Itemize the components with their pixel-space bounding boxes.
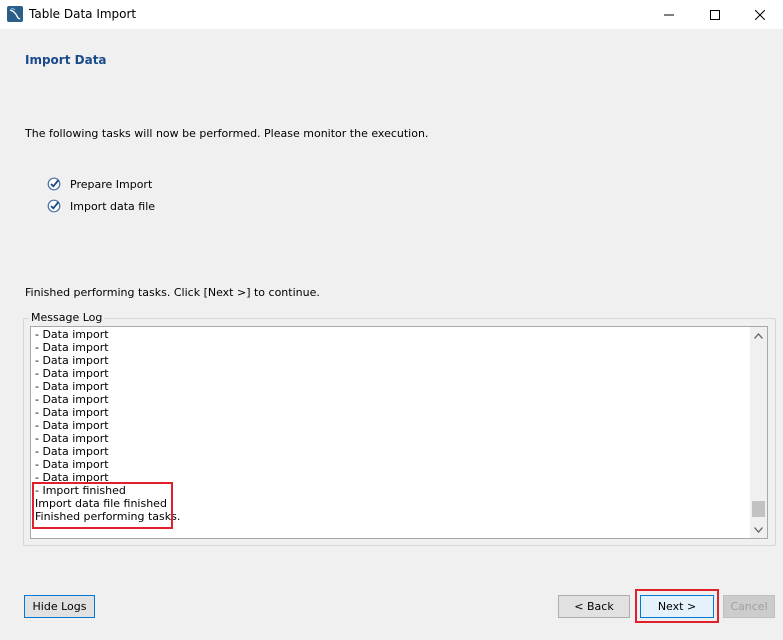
minimize-icon: [664, 14, 674, 15]
log-highlight-annotation: [32, 482, 173, 529]
task-item: Prepare Import: [47, 176, 152, 192]
log-line: - Data import: [35, 406, 109, 419]
log-scrollbar[interactable]: [750, 327, 767, 538]
log-line: - Data import: [35, 432, 109, 445]
maximize-button[interactable]: [692, 0, 738, 29]
log-line: - Data import: [35, 380, 109, 393]
title-bar: Table Data Import: [0, 0, 783, 29]
log-line: - Data import: [35, 458, 109, 471]
hide-logs-button[interactable]: Hide Logs: [24, 595, 95, 618]
scroll-thumb[interactable]: [752, 501, 765, 517]
log-line: - Data import: [35, 419, 109, 432]
check-circle-icon: [47, 177, 61, 191]
log-line: - Data import: [35, 341, 109, 354]
finished-message: Finished performing tasks. Click [Next >…: [25, 286, 320, 299]
chevron-up-icon: [754, 332, 763, 339]
scroll-down-button[interactable]: [750, 521, 767, 538]
message-log-label: Message Log: [29, 311, 105, 324]
minimize-button[interactable]: [646, 0, 692, 29]
next-highlight-annotation: [635, 589, 719, 623]
back-button[interactable]: < Back: [558, 595, 630, 618]
task-label: Prepare Import: [70, 177, 153, 191]
log-line: - Data import: [35, 445, 109, 458]
close-icon: [755, 9, 765, 20]
chevron-down-icon: [754, 526, 763, 533]
log-line: - Data import: [35, 354, 109, 367]
log-line: - Data import: [35, 393, 109, 406]
log-line: - Data import: [35, 328, 109, 341]
check-circle-icon: [47, 199, 61, 213]
task-item: Import data file: [47, 198, 155, 214]
log-line: - Data import: [35, 367, 109, 380]
wizard-content: Import Data The following tasks will now…: [0, 29, 783, 640]
task-label: Import data file: [70, 199, 156, 213]
close-button[interactable]: [737, 0, 783, 29]
intro-text: The following tasks will now be performe…: [25, 127, 429, 140]
cancel-button[interactable]: Cancel: [723, 595, 775, 618]
maximize-icon: [710, 9, 720, 20]
mysql-workbench-icon: [7, 6, 23, 22]
scroll-up-button[interactable]: [750, 327, 767, 344]
window-title: Table Data Import: [29, 7, 137, 21]
page-title: Import Data: [25, 53, 107, 67]
